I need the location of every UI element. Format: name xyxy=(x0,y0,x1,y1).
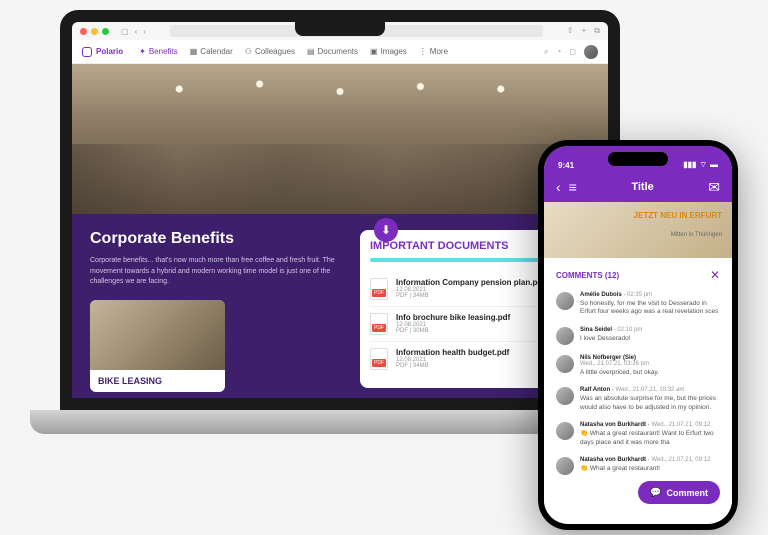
benefits-column: Corporate Benefits Corporate benefits...… xyxy=(90,230,346,388)
traffic-light-zoom[interactable] xyxy=(102,28,109,35)
comment-author: Natasha von Burkhardt xyxy=(580,457,646,463)
tabs-icon[interactable]: ⧉ xyxy=(594,26,600,36)
comments-panel: COMMENTS (12) ✕ Amélie Dubois · 02:35 pm… xyxy=(544,258,732,518)
comment-item: Nils Nofberger (Sie)Wed., 21.07.21, 03:3… xyxy=(556,355,720,377)
search-icon[interactable]: ⌕ xyxy=(544,47,548,57)
nav-documents[interactable]: ▤Documents xyxy=(307,47,358,56)
dynamic-island xyxy=(608,152,668,166)
comment-item: Sina Seidel · 02:10 pm I love Desserado! xyxy=(556,327,720,345)
comment-text: I love Desserado! xyxy=(580,335,720,343)
header-actions: ⌕ ◔ ◻ xyxy=(544,45,598,59)
comment-author: Sina Seidel xyxy=(580,327,612,333)
nav-more[interactable]: ⋮More xyxy=(419,47,448,56)
comment-time: Wed., 21.07.21, 09:12 xyxy=(651,422,710,428)
logo-icon xyxy=(82,47,92,57)
page-title: Corporate Benefits xyxy=(90,230,346,248)
avatar[interactable] xyxy=(556,387,574,405)
comment-item: Amélie Dubois · 02:35 pm So honestly, fo… xyxy=(556,292,720,317)
bell-icon[interactable]: ◔ xyxy=(557,47,562,56)
comments-heading: COMMENTS (12) xyxy=(556,271,619,280)
avatar[interactable] xyxy=(556,457,574,475)
comment-text: Was an absolute surprise for me, but the… xyxy=(580,395,720,412)
new-tab-icon[interactable]: + xyxy=(582,26,587,36)
back-icon[interactable]: ‹ xyxy=(135,27,138,36)
avatar[interactable] xyxy=(556,292,574,310)
phone-frame: 9:41 ▮▮▮ ⌔ ▬ ‹ ≡ Title ✉ JETZT NEU IN ER… xyxy=(538,140,738,530)
comment-item: Ralf Anton · Wed., 21.07.21, 10:32 am Wa… xyxy=(556,387,720,412)
back-icon[interactable]: ‹ xyxy=(556,179,561,195)
traffic-light-close[interactable] xyxy=(80,28,87,35)
sparkle-icon: ✦ xyxy=(139,47,146,56)
avatar[interactable] xyxy=(556,422,574,440)
nav-calendar[interactable]: ▦Calendar xyxy=(190,47,233,56)
signal-icon: ▮▮▮ xyxy=(683,160,696,170)
battery-icon: ▬ xyxy=(710,160,718,170)
more-icon: ⋮ xyxy=(419,47,427,56)
phone-header: ‹ ≡ Title ✉ xyxy=(544,172,732,202)
brand-name: Polario xyxy=(96,47,123,56)
clock: 9:41 xyxy=(558,161,574,170)
laptop-notch xyxy=(295,22,385,36)
people-icon: ⚇ xyxy=(245,47,252,56)
hero-image xyxy=(72,64,608,214)
pdf-icon xyxy=(370,278,388,300)
top-nav: ✦Benefits ▦Calendar ⚇Colleagues ▤Documen… xyxy=(139,47,448,56)
comment-text: 👏 What a great restaurant! xyxy=(580,465,720,473)
avatar[interactable] xyxy=(556,355,574,373)
nav-benefits[interactable]: ✦Benefits xyxy=(139,47,178,56)
comment-text: So honestly, for me the visit to Dessera… xyxy=(580,300,720,317)
comment-text: A little overpriced, but okay. xyxy=(580,369,720,377)
bookmark-icon[interactable]: ◻ xyxy=(569,47,576,56)
comment-time: 02:10 pm xyxy=(617,327,642,333)
phone-title: Title xyxy=(577,181,708,193)
article-preview[interactable]: JETZT NEU IN ERFURT Mitten in Thüringen xyxy=(544,202,732,258)
bike-leasing-card[interactable]: BIKE LEASING xyxy=(90,300,225,392)
download-icon[interactable]: ⬇ xyxy=(374,218,398,242)
laptop-frame: ▢ ‹ › ⇧ + ⧉ Polario ✦Benefits ▦Calendar … xyxy=(60,10,620,450)
preview-subtitle: Mitten in Thüringen xyxy=(671,232,722,238)
comment-author: Amélie Dubois xyxy=(580,292,622,298)
nav-images[interactable]: ▣Images xyxy=(370,47,407,56)
comment-author: Ralf Anton xyxy=(580,387,610,393)
bike-card-title: BIKE LEASING xyxy=(90,370,225,392)
comment-button[interactable]: 💬 Comment xyxy=(638,481,720,504)
bike-image xyxy=(90,300,225,370)
comment-time: Wed., 21.07.21, 09:12 xyxy=(651,457,710,463)
comment-item: Natasha von Burkhardt · Wed., 21.07.21, … xyxy=(556,457,720,475)
traffic-light-minimize[interactable] xyxy=(91,28,98,35)
chat-icon[interactable]: ✉ xyxy=(708,179,720,196)
pdf-icon xyxy=(370,313,388,335)
menu-icon[interactable]: ≡ xyxy=(569,179,577,195)
preview-headline: JETZT NEU IN ERFURT xyxy=(634,212,722,221)
comment-time: Wed., 21.07.21, 10:32 am xyxy=(615,387,684,393)
avatar[interactable] xyxy=(556,327,574,345)
brand-logo[interactable]: Polario xyxy=(82,47,123,57)
comment-time: Wed., 21.07.21, 03:36 pm xyxy=(580,361,649,367)
comment-time: 02:35 pm xyxy=(627,292,652,298)
app-header: Polario ✦Benefits ▦Calendar ⚇Colleagues … xyxy=(72,40,608,64)
comment-item: Natasha von Burkhardt · Wed., 21.07.21, … xyxy=(556,422,720,447)
phone-screen: 9:41 ▮▮▮ ⌔ ▬ ‹ ≡ Title ✉ JETZT NEU IN ER… xyxy=(544,146,732,524)
user-avatar[interactable] xyxy=(584,45,598,59)
comment-icon: 💬 xyxy=(650,487,661,498)
image-icon: ▣ xyxy=(370,47,378,56)
close-icon[interactable]: ✕ xyxy=(710,268,720,282)
forward-icon[interactable]: › xyxy=(143,27,146,36)
share-icon[interactable]: ⇧ xyxy=(567,26,574,36)
calendar-icon: ▦ xyxy=(190,47,198,56)
comment-text: 👏 What a great restaurant! Want to Erfur… xyxy=(580,430,720,447)
sidebar-toggle-icon[interactable]: ▢ xyxy=(121,27,129,36)
comment-author: Natasha von Burkhardt xyxy=(580,422,646,428)
wifi-icon: ⌔ xyxy=(699,160,707,170)
nav-colleagues[interactable]: ⚇Colleagues xyxy=(245,47,295,56)
page-description: Corporate benefits... that's now much mo… xyxy=(90,256,346,288)
main-content: Corporate Benefits Corporate benefits...… xyxy=(72,214,608,404)
pdf-icon xyxy=(370,348,388,370)
laptop-screen: ▢ ‹ › ⇧ + ⧉ Polario ✦Benefits ▦Calendar … xyxy=(60,10,620,410)
document-icon: ▤ xyxy=(307,47,315,56)
